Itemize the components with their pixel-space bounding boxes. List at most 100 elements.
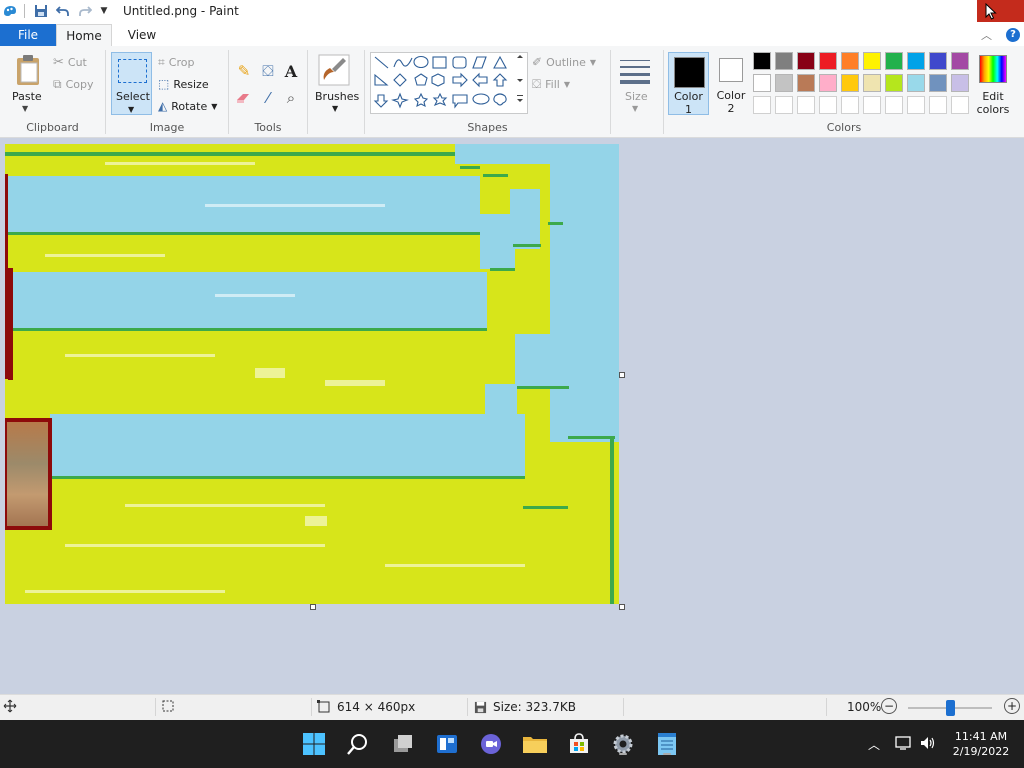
file-size: Size: 323.7KB	[474, 700, 576, 714]
outline-button[interactable]: ✐ Outline ▼	[532, 53, 596, 71]
tab-file[interactable]: File	[0, 24, 56, 46]
undo-icon[interactable]	[55, 3, 71, 19]
chat-button[interactable]	[477, 730, 505, 758]
canvas-speck	[215, 294, 295, 297]
palette-swatch[interactable]	[775, 74, 793, 92]
search-button[interactable]	[344, 730, 372, 758]
shapes-gallery[interactable]	[370, 52, 528, 114]
canvas-speck	[385, 564, 525, 567]
collapse-ribbon-icon[interactable]: ︿	[981, 27, 992, 43]
palette-swatch[interactable]	[753, 52, 771, 70]
palette-swatch[interactable]	[797, 52, 815, 70]
file-explorer-button[interactable]	[521, 730, 549, 758]
palette-swatch[interactable]	[841, 96, 859, 114]
paint-app-icon[interactable]	[2, 3, 18, 19]
volume-icon[interactable]	[919, 734, 937, 755]
text-tool-icon[interactable]: A	[281, 61, 301, 81]
select-rectangle-icon	[118, 59, 147, 83]
tab-home[interactable]: Home	[56, 24, 112, 46]
network-icon[interactable]	[894, 734, 912, 755]
palette-swatch[interactable]	[841, 52, 859, 70]
palette-swatch[interactable]	[929, 52, 947, 70]
resize-handle-bottom[interactable]	[310, 604, 316, 610]
palette-swatch[interactable]	[951, 96, 969, 114]
ribbon-tabs: File Home View ︿ ?	[0, 24, 1024, 46]
palette-swatch[interactable]	[907, 96, 925, 114]
customize-quick-access-icon[interactable]: ▼	[96, 3, 112, 19]
palette-swatch[interactable]	[951, 74, 969, 92]
canvas-green-edge	[517, 386, 569, 389]
palette-swatch[interactable]	[885, 74, 903, 92]
rotate-button[interactable]: ◭ Rotate ▼	[158, 97, 217, 115]
resize-button[interactable]: ⬚ Resize	[158, 75, 209, 93]
palette-swatch[interactable]	[775, 52, 793, 70]
zoom-in-button[interactable]: +	[1004, 698, 1020, 714]
size-group: Size ▼	[611, 46, 663, 137]
outline-label: Outline	[546, 55, 586, 69]
clock[interactable]: 11:41 AM 2/19/2022	[952, 729, 1010, 759]
color1-button[interactable]: Color 1	[668, 52, 709, 116]
cut-button[interactable]: ✂ Cut	[53, 53, 87, 71]
palette-swatch[interactable]	[951, 52, 969, 70]
palette-swatch[interactable]	[863, 74, 881, 92]
rotate-label: Rotate	[171, 99, 208, 113]
zoom-out-button[interactable]: −	[881, 698, 897, 714]
save-icon[interactable]	[33, 3, 49, 19]
palette-swatch[interactable]	[885, 52, 903, 70]
fill-bucket-icon[interactable]: ⛋	[258, 61, 278, 81]
widgets-button[interactable]	[433, 730, 461, 758]
palette-swatch[interactable]	[753, 74, 771, 92]
task-view-button[interactable]	[389, 730, 417, 758]
select-dropdown-icon: ▼	[128, 105, 135, 114]
notepad-button[interactable]	[653, 730, 681, 758]
palette-swatch[interactable]	[907, 52, 925, 70]
select-button[interactable]: Select ▼	[111, 52, 152, 115]
workspace[interactable]	[0, 138, 1024, 694]
palette-swatch[interactable]	[885, 96, 903, 114]
palette-swatch[interactable]	[929, 74, 947, 92]
crop-button[interactable]: ⌗ Crop	[158, 53, 194, 71]
palette-swatch[interactable]	[797, 96, 815, 114]
fill-dropdown-icon: ▼	[563, 79, 570, 89]
edit-colors-line1: Edit	[982, 90, 1004, 103]
copy-icon: ⧉	[53, 76, 62, 91]
show-hidden-icons-chevron-icon[interactable]: ︿	[868, 736, 880, 753]
start-button[interactable]	[300, 730, 328, 758]
resize-handle-corner[interactable]	[619, 604, 625, 610]
palette-swatch[interactable]	[863, 96, 881, 114]
color1-label-line1: Color	[674, 90, 703, 103]
settings-button[interactable]	[609, 730, 637, 758]
palette-swatch[interactable]	[797, 74, 815, 92]
help-icon[interactable]: ?	[1006, 28, 1020, 42]
crop-icon: ⌗	[158, 54, 165, 69]
palette-swatch[interactable]	[775, 96, 793, 114]
image-dimensions-text: 614 × 460px	[337, 700, 416, 714]
image-group: Select ▼ ⌗ Crop ⬚ Resize ◭ Rotate ▼ Imag…	[106, 46, 228, 137]
canvas-green-edge	[490, 268, 515, 271]
palette-swatch[interactable]	[907, 74, 925, 92]
pencil-icon[interactable]: ✎	[234, 61, 254, 81]
palette-swatch[interactable]	[863, 52, 881, 70]
redo-icon[interactable]	[77, 3, 93, 19]
status-separator	[311, 698, 312, 716]
fill-button[interactable]: ⛋ Fill ▼	[532, 75, 570, 93]
eraser-icon[interactable]	[234, 88, 254, 108]
store-button[interactable]	[565, 730, 593, 758]
image-canvas[interactable]	[5, 144, 619, 604]
palette-swatch[interactable]	[819, 96, 837, 114]
tab-view[interactable]: View	[116, 24, 168, 46]
zoom-slider-thumb[interactable]	[946, 700, 955, 716]
paste-dropdown-icon: ▼	[22, 104, 29, 113]
copy-button[interactable]: ⧉ Copy	[53, 75, 93, 93]
folder-icon	[523, 737, 547, 753]
magnifier-icon[interactable]: ⌕	[281, 88, 301, 108]
palette-swatch[interactable]	[929, 96, 947, 114]
palette-swatch[interactable]	[819, 74, 837, 92]
resize-handle-right[interactable]	[619, 372, 625, 378]
color-picker-icon[interactable]: ⁄	[258, 88, 278, 108]
close-button[interactable]	[977, 0, 1024, 22]
palette-swatch[interactable]	[753, 96, 771, 114]
color2-button[interactable]: Color 2	[712, 52, 750, 115]
palette-swatch[interactable]	[819, 52, 837, 70]
palette-swatch[interactable]	[841, 74, 859, 92]
